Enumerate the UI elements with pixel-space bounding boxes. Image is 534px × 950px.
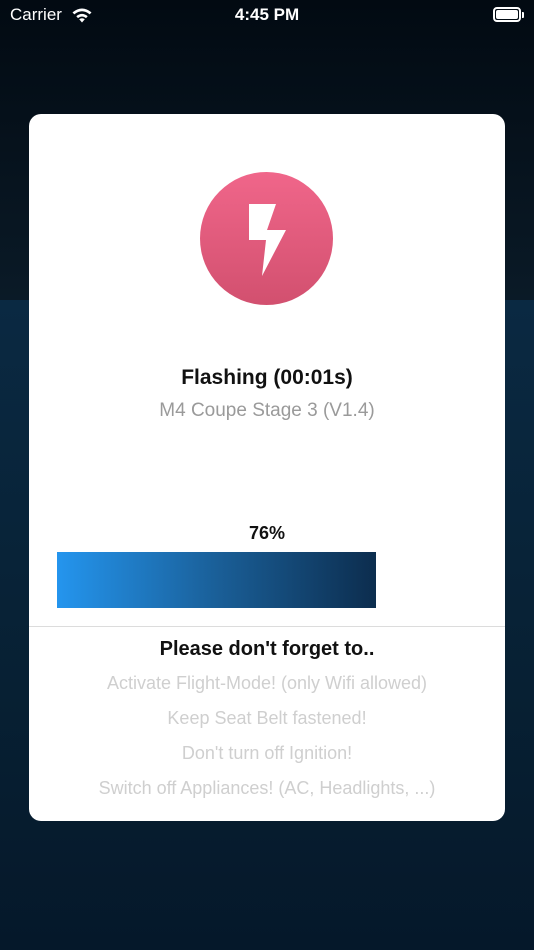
progress-bar [57, 552, 477, 608]
dialog-subtitle: M4 Coupe Stage 3 (V1.4) [159, 400, 375, 421]
progress-bar-fill [57, 552, 377, 608]
dialog-title: Flashing (00:01s) [181, 366, 353, 389]
battery-icon [493, 7, 524, 22]
status-bar: Carrier 4:45 PM [0, 0, 534, 32]
progress-percent: 76% [248, 523, 286, 543]
flash-badge [200, 172, 333, 305]
lightning-bolt-icon [249, 204, 286, 276]
status-time: 4:45 PM [234, 5, 300, 24]
reminder-item: Switch off Appliances! (AC, Headlights, … [98, 778, 436, 798]
reminder-item: Activate Flight-Mode! (only Wifi allowed… [106, 673, 428, 693]
divider [29, 626, 505, 627]
reminder-heading: Please don't forget to.. [159, 638, 375, 660]
reminder-item: Keep Seat Belt fastened! [167, 708, 367, 728]
reminder-item: Don't turn off Ignition! [181, 743, 353, 763]
flashing-dialog: Flashing (00:01s) M4 Coupe Stage 3 (V1.4… [29, 114, 505, 821]
